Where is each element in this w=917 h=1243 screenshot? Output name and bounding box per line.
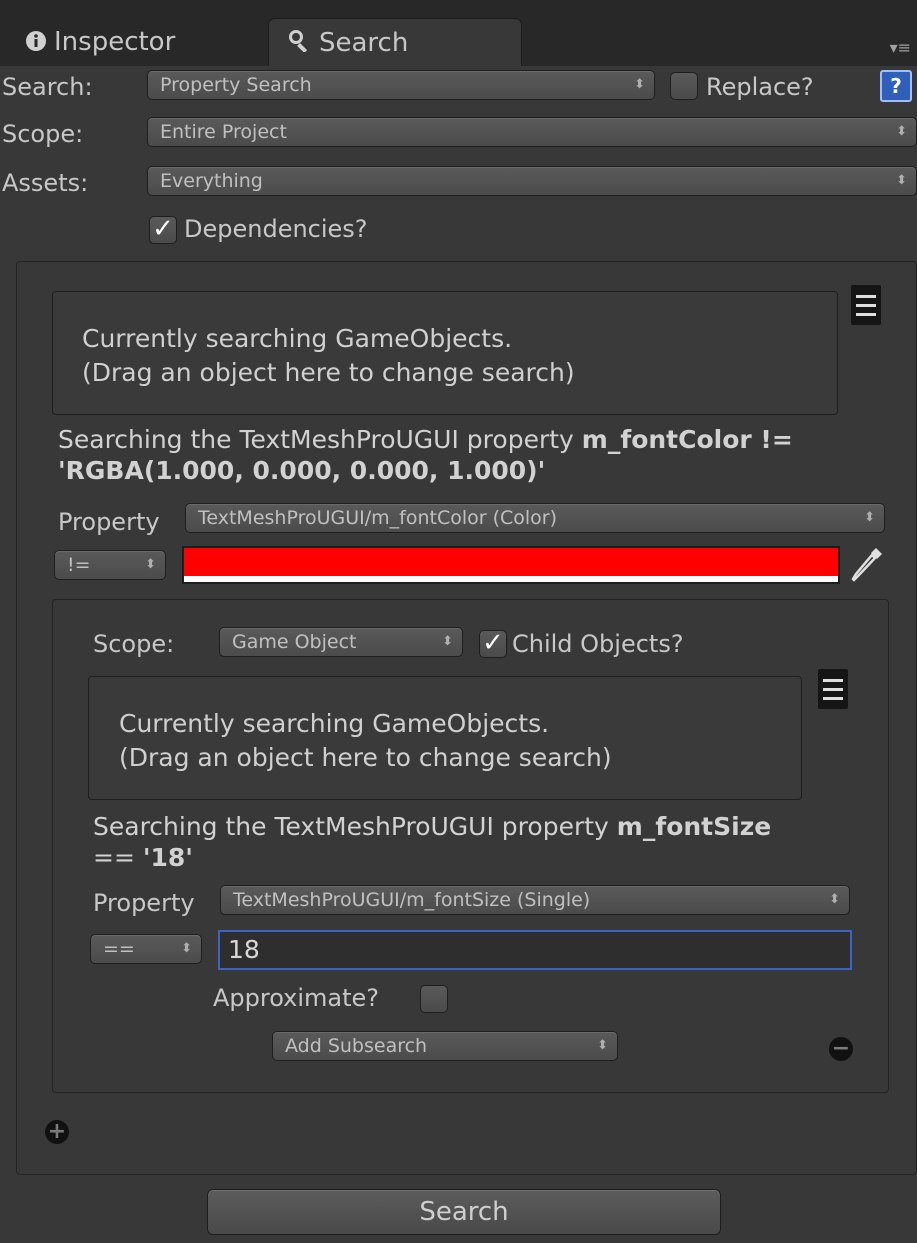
description-bold: m_fontColor != [581, 425, 793, 454]
updown-arrow-icon: ⬍ [597, 1038, 608, 1053]
updown-arrow-icon: ⬍ [181, 941, 192, 956]
dependencies-checkbox[interactable]: ✓ [149, 216, 177, 244]
panel-menu-icon[interactable]: ▾≡ [890, 38, 911, 57]
subsearch-hamburger-menu-icon[interactable] [818, 669, 848, 709]
updown-arrow-icon: ⬍ [145, 557, 156, 572]
subsearch-dropzone-line2: (Drag an object here to change search) [119, 743, 612, 772]
remove-subsearch-icon[interactable]: − [829, 1037, 853, 1061]
search-description: Searching the TextMeshProUGUI property m… [58, 425, 793, 455]
updown-arrow-icon: ⬍ [864, 510, 875, 525]
search-target-dropzone[interactable]: Currently searching GameObjects. (Drag a… [52, 291, 838, 415]
search-mode-label: Search: [2, 73, 93, 101]
description-prefix: Searching the TextMeshProUGUI property [58, 425, 582, 454]
tab-inspector[interactable]: Inspector [22, 18, 262, 66]
eyedropper-icon[interactable] [850, 546, 884, 588]
replace-checkbox[interactable] [670, 72, 698, 100]
scope-label: Scope: [2, 120, 84, 148]
property-label: Property [58, 508, 160, 536]
assets-dropdown[interactable]: Everything ⬍ [147, 166, 917, 196]
child-objects-checkbox[interactable]: ✓ [479, 630, 507, 658]
magnifier-icon [287, 20, 311, 68]
property-dropdown[interactable]: TextMeshProUGUI/m_fontColor (Color) ⬍ [185, 503, 885, 533]
approximate-label: Approximate? [213, 984, 380, 1012]
search-mode-value: Property Search [160, 74, 312, 96]
scope-dropdown[interactable]: Entire Project ⬍ [147, 117, 917, 147]
subsearch-property-value: TextMeshProUGUI/m_fontSize (Single) [233, 889, 591, 911]
assets-label: Assets: [2, 169, 89, 197]
search-mode-dropdown[interactable]: Property Search ⬍ [147, 70, 655, 100]
approximate-checkbox[interactable] [420, 985, 448, 1013]
dropzone-line1: Currently searching GameObjects. [82, 324, 513, 353]
hamburger-menu-icon[interactable] [851, 285, 881, 325]
info-icon [26, 19, 46, 67]
updown-arrow-icon: ⬍ [829, 892, 840, 907]
dependencies-label: Dependencies? [184, 215, 368, 243]
replace-label: Replace? [706, 73, 814, 101]
subsearch-dropzone-line1: Currently searching GameObjects. [119, 709, 550, 738]
subsearch-property-dropdown[interactable]: TextMeshProUGUI/m_fontSize (Single) ⬍ [220, 885, 850, 915]
tab-inspector-label: Inspector [54, 27, 176, 57]
updown-arrow-icon: ⬍ [896, 173, 907, 188]
tab-search[interactable]: Search [268, 18, 522, 66]
subsearch-operator-value: == [103, 938, 135, 960]
updown-arrow-icon: ⬍ [634, 77, 645, 92]
value-input[interactable]: 18 [218, 930, 852, 970]
subsearch-scope-label: Scope: [93, 630, 175, 658]
subsearch-description-value-bold: '18' [142, 843, 193, 872]
search-description-value: 'RGBA(1.000, 0.000, 0.000, 1.000)' [58, 456, 545, 486]
updown-arrow-icon: ⬍ [442, 634, 453, 649]
tab-search-label: Search [319, 28, 409, 58]
subsearch-scope-dropdown[interactable]: Game Object ⬍ [219, 627, 463, 657]
subsearch-target-dropzone[interactable]: Currently searching GameObjects. (Drag a… [88, 676, 802, 800]
subsearch-operator-dropdown[interactable]: == ⬍ [90, 934, 202, 964]
subsearch-property-label: Property [93, 889, 195, 917]
subsearch-description-bold: m_fontSize [616, 812, 772, 841]
add-search-icon[interactable]: + [45, 1120, 69, 1144]
child-objects-label: Child Objects? [512, 630, 684, 658]
add-subsearch-label: Add Subsearch [285, 1035, 428, 1057]
help-icon[interactable]: ? [880, 70, 912, 102]
add-subsearch-dropdown[interactable]: Add Subsearch ⬍ [272, 1031, 618, 1061]
subsearch-scope-value: Game Object [232, 631, 357, 653]
description-value-bold: 'RGBA(1.000, 0.000, 0.000, 1.000)' [58, 456, 546, 485]
updown-arrow-icon: ⬍ [896, 124, 907, 139]
operator-value: != [67, 554, 91, 576]
subsearch-description-prefix: Searching the TextMeshProUGUI property [93, 812, 617, 841]
search-button[interactable]: Search [207, 1189, 721, 1235]
subsearch-description-value: == '18' [93, 843, 193, 873]
subsearch-description-operator: == [93, 843, 143, 872]
subsearch-description: Searching the TextMeshProUGUI property m… [93, 812, 771, 842]
color-field[interactable] [182, 546, 840, 584]
assets-value: Everything [160, 170, 263, 192]
operator-dropdown[interactable]: != ⬍ [54, 550, 166, 580]
scope-value: Entire Project [160, 121, 287, 143]
property-value: TextMeshProUGUI/m_fontColor (Color) [198, 507, 558, 529]
dropzone-line2: (Drag an object here to change search) [82, 358, 575, 387]
tab-bar: Inspector Search ▾≡ [0, 0, 917, 66]
